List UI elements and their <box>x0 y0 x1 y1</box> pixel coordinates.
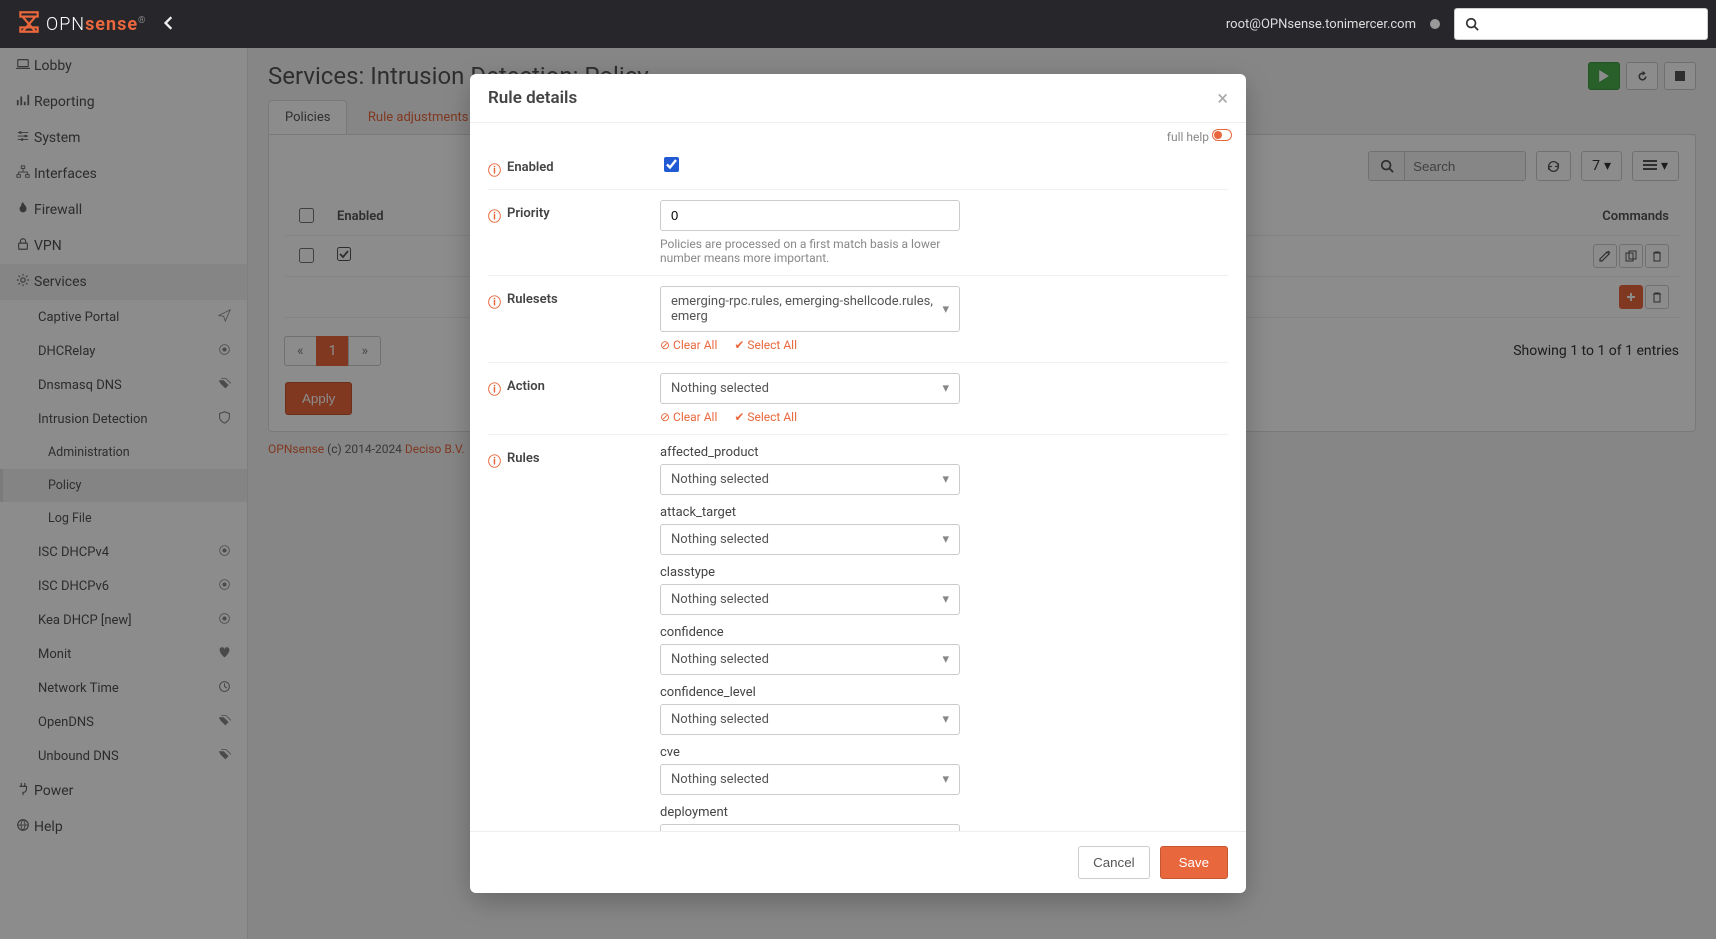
rule-field-label-attack-target: attack_target <box>660 505 1228 520</box>
rule-field-label-deployment: deployment <box>660 805 1228 820</box>
header-search-button[interactable] <box>1454 8 1488 40</box>
info-icon[interactable]: ⓘ <box>488 379 501 398</box>
rule-field-select-affected-product[interactable]: Nothing selected▾ <box>660 464 960 495</box>
rule-field-label-cve: cve <box>660 745 1228 760</box>
priority-help: Policies are processed on a first match … <box>660 237 960 265</box>
user-label[interactable]: root@OPNsense.tonimercer.com <box>1226 17 1416 32</box>
action-clear-all[interactable]: ⊘ Clear All <box>660 410 717 424</box>
rule-details-modal: Rule details × full help ⓘEnabled ⓘPrior… <box>470 74 1246 893</box>
rule-field-select-deployment[interactable]: Nothing selected▾ <box>660 824 960 831</box>
rulesets-select[interactable]: emerging-rpc.rules, emerging-shellcode.r… <box>660 286 960 332</box>
rule-field-select-cve[interactable]: Nothing selected▾ <box>660 764 960 795</box>
info-icon[interactable]: ⓘ <box>488 160 501 179</box>
enabled-checkbox[interactable] <box>664 157 679 172</box>
toggle-icon <box>1212 130 1232 144</box>
info-icon[interactable]: ⓘ <box>488 206 501 225</box>
priority-input[interactable] <box>660 200 960 231</box>
rulesets-select-all[interactable]: ✔ Select All <box>734 338 797 352</box>
action-select-all[interactable]: ✔ Select All <box>734 410 797 424</box>
rule-field-label-affected-product: affected_product <box>660 445 1228 460</box>
brand[interactable]: OPNsense® <box>16 9 146 39</box>
rule-field-select-confidence[interactable]: Nothing selected▾ <box>660 644 960 675</box>
brand-logo-icon <box>16 9 42 39</box>
app-header: OPNsense® root@OPNsense.tonimercer.com <box>0 0 1716 48</box>
info-icon[interactable]: ⓘ <box>488 292 501 311</box>
rulesets-clear-all[interactable]: ⊘ Clear All <box>660 338 717 352</box>
modal-close-icon[interactable]: × <box>1217 88 1228 108</box>
header-search-input[interactable] <box>1488 8 1708 40</box>
header-search <box>1454 8 1708 40</box>
action-select[interactable]: Nothing selected▾ <box>660 373 960 404</box>
modal-title: Rule details <box>488 88 577 108</box>
rule-field-label-confidence-level: confidence_level <box>660 685 1228 700</box>
rule-field-label-classtype: classtype <box>660 565 1228 580</box>
rule-field-label-confidence: confidence <box>660 625 1228 640</box>
rule-field-select-attack-target[interactable]: Nothing selected▾ <box>660 524 960 555</box>
sidebar-toggle-icon[interactable] <box>164 15 174 34</box>
save-button[interactable]: Save <box>1160 846 1228 879</box>
full-help-toggle[interactable]: full help <box>470 123 1246 144</box>
rule-field-select-classtype[interactable]: Nothing selected▾ <box>660 584 960 615</box>
info-icon[interactable]: ⓘ <box>488 451 501 470</box>
status-dot-icon <box>1430 19 1440 29</box>
cancel-button[interactable]: Cancel <box>1078 846 1150 879</box>
rule-field-select-confidence-level[interactable]: Nothing selected▾ <box>660 704 960 735</box>
brand-text: OPNsense® <box>46 14 146 35</box>
